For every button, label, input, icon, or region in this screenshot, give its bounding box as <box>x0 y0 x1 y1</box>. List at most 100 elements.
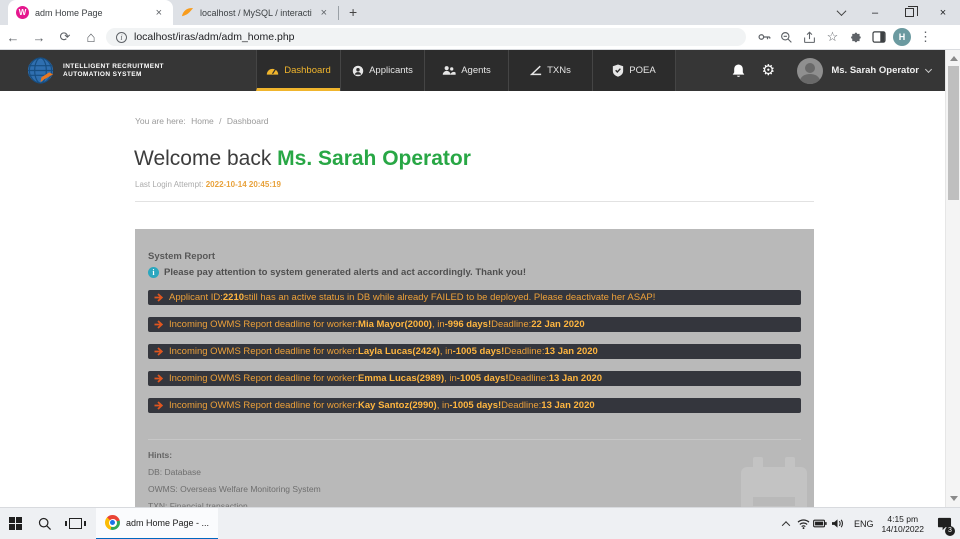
close-button[interactable]: × <box>926 0 960 25</box>
user-avatar[interactable] <box>797 58 823 84</box>
notification-count-badge: 3 <box>945 526 955 536</box>
extensions-icon[interactable] <box>844 26 867 48</box>
taskbar-app-chrome[interactable]: adm Home Page - ... <box>96 508 218 539</box>
alert-highlight: Kay Santoz(2990) <box>358 400 437 411</box>
alert-arrow-icon <box>154 320 165 329</box>
alert-bar: Applicant ID: 2210 still has an active s… <box>148 290 801 305</box>
alert-text: Applicant ID: <box>169 292 223 303</box>
scroll-up-icon[interactable] <box>950 56 958 61</box>
home-icon[interactable]: ⌂ <box>78 26 104 48</box>
bookmark-star-icon[interactable]: ☆ <box>821 26 844 48</box>
browser-profile-avatar[interactable]: H <box>893 28 911 46</box>
alert-text: Incoming OWMS Report deadline for worker… <box>169 319 358 330</box>
hints-title: Hints: <box>148 450 801 460</box>
breadcrumb-current-link[interactable]: Dashboard <box>227 116 269 126</box>
alert-highlight: -1005 days! <box>449 400 501 411</box>
alert-text: Incoming OWMS Report deadline for worker… <box>169 400 358 411</box>
menu-item-txns[interactable]: TXNs <box>508 50 592 91</box>
content-divider <box>135 201 814 202</box>
alert-arrow-icon <box>154 374 165 383</box>
alert-text: , in <box>432 319 445 330</box>
site-info-icon[interactable]: i <box>116 32 127 43</box>
toolbar-right: ☆ H ⋮ <box>752 26 937 48</box>
system-report-notice: i Please pay attention to system generat… <box>148 267 801 278</box>
restore-button[interactable] <box>892 0 926 25</box>
alert-bar: Incoming OWMS Report deadline for worker… <box>148 371 801 386</box>
alert-arrow-icon <box>154 293 165 302</box>
user-name[interactable]: Ms. Sarah Operator <box>831 65 919 76</box>
zoom-out-icon[interactable] <box>775 26 798 48</box>
taskbar-search-icon[interactable] <box>30 508 60 539</box>
alert-highlight: -1005 days! <box>457 373 509 384</box>
tray-expand-chevron-icon[interactable] <box>778 521 795 527</box>
alert-list: Applicant ID: 2210 still has an active s… <box>148 290 801 413</box>
wifi-icon[interactable] <box>795 518 812 529</box>
forward-icon[interactable]: → <box>26 26 52 48</box>
hints-divider <box>148 439 801 440</box>
alert-highlight: Mia Mayor(2000) <box>358 319 432 330</box>
task-view-icon[interactable] <box>60 508 90 539</box>
menu-item-poea[interactable]: POEA <box>592 50 676 91</box>
tab-search-icon[interactable] <box>824 0 858 25</box>
page-scrollbar[interactable] <box>945 50 960 507</box>
new-tab-button[interactable]: + <box>339 0 367 25</box>
alert-highlight: Layla Lucas(2424) <box>358 346 440 357</box>
tab-phpmyadmin[interactable]: localhost / MySQL / interactive / × <box>173 0 338 25</box>
user-menu-chevron-icon[interactable] <box>925 66 932 73</box>
settings-gear-icon[interactable]: ⚙ <box>753 63 783 78</box>
notifications-bell-icon[interactable] <box>723 63 753 79</box>
applicant-icon <box>352 65 364 77</box>
tab-close-icon[interactable]: × <box>153 7 165 19</box>
menu-item-dashboard[interactable]: Dashboard <box>256 50 340 91</box>
taskbar-clock[interactable]: 4:15 pm 14/10/2022 <box>881 514 932 534</box>
brand-name: INTELLIGENT RECRUITMENT AUTOMATION SYSTE… <box>63 63 164 79</box>
address-bar[interactable]: i localhost/iras/adm/adm_home.php <box>106 28 746 46</box>
password-key-icon[interactable] <box>752 26 775 48</box>
share-icon[interactable] <box>798 26 821 48</box>
side-panel-icon[interactable] <box>867 26 890 48</box>
notification-center-icon[interactable]: 3 <box>932 508 956 539</box>
menu-label: Applicants <box>369 65 413 76</box>
breadcrumb-home-link[interactable]: Home <box>191 116 214 126</box>
battery-icon[interactable] <box>812 519 829 528</box>
alert-text: , in <box>440 346 453 357</box>
menu-label: Agents <box>461 65 491 76</box>
alert-text: Deadline: <box>491 319 531 330</box>
alert-highlight: 22 Jan 2020 <box>531 319 584 330</box>
alert-arrow-icon <box>154 401 165 410</box>
alert-highlight: -1005 days! <box>453 346 505 357</box>
breadcrumb: You are here: Home / Dashboard <box>135 116 272 126</box>
clock-date: 14/10/2022 <box>881 524 924 534</box>
alert-text: Incoming OWMS Report deadline for worker… <box>169 373 358 384</box>
main-menu: Dashboard Applicants Agents TXNs POEA <box>256 50 676 91</box>
language-indicator[interactable]: ENG <box>846 519 882 529</box>
welcome-user-name: Ms. Sarah Operator <box>277 147 471 170</box>
back-icon[interactable]: ← <box>0 26 26 48</box>
breadcrumb-prefix: You are here: <box>135 116 186 126</box>
taskbar-app-title: adm Home Page - ... <box>126 518 209 528</box>
menu-item-applicants[interactable]: Applicants <box>340 50 424 91</box>
agents-icon <box>442 65 456 76</box>
window-controls: – × <box>824 0 960 25</box>
browser-menu-icon[interactable]: ⋮ <box>914 26 937 48</box>
alert-text: Incoming OWMS Report deadline for worker… <box>169 346 358 357</box>
site-navbar: INTELLIGENT RECRUITMENT AUTOMATION SYSTE… <box>0 50 945 91</box>
scrollbar-thumb[interactable] <box>948 66 959 200</box>
menu-item-agents[interactable]: Agents <box>424 50 508 91</box>
alert-bar: Incoming OWMS Report deadline for worker… <box>148 398 801 413</box>
speaker-icon[interactable] <box>829 518 846 529</box>
system-report-panel: System Report i Please pay attention to … <box>135 229 814 507</box>
alert-text: Deadline: <box>509 373 549 384</box>
reload-icon[interactable]: ⟳ <box>52 26 78 48</box>
clock-time: 4:15 pm <box>881 514 924 524</box>
minimize-button[interactable]: – <box>858 0 892 25</box>
start-button[interactable] <box>0 508 30 539</box>
tab-title: localhost / MySQL / interactive / <box>200 8 312 18</box>
menu-label: TXNs <box>547 65 571 76</box>
screen: W adm Home Page × localhost / MySQL / in… <box>0 0 960 539</box>
tab-close-icon[interactable]: × <box>318 7 330 19</box>
scroll-down-icon[interactable] <box>950 496 958 501</box>
alert-text: Deadline: <box>501 400 541 411</box>
url-text[interactable]: localhost/iras/adm/adm_home.php <box>134 31 295 43</box>
tab-adm-home[interactable]: W adm Home Page × <box>8 0 173 25</box>
